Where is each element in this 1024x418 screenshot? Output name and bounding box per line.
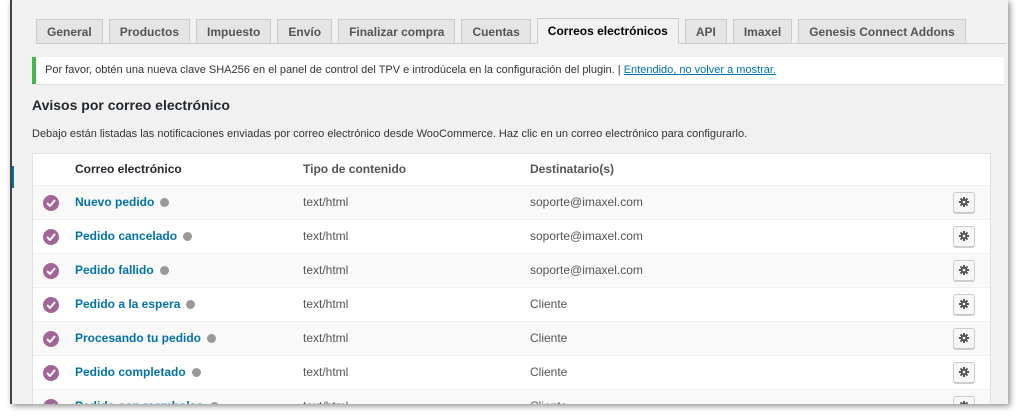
admin-menu-active-indicator	[12, 166, 14, 188]
configure-button[interactable]	[953, 226, 975, 247]
email-name: Pedido a la espera	[75, 288, 196, 321]
email-content-type: text/html	[303, 263, 349, 277]
help-icon[interactable]	[183, 232, 193, 241]
check-circle-icon	[43, 263, 59, 279]
tab-products[interactable]: Productos	[108, 19, 191, 43]
gear-icon	[959, 401, 969, 404]
email-link[interactable]: Pedido cancelado	[75, 229, 177, 243]
tab-checkout[interactable]: Finalizar compra	[338, 19, 456, 43]
table-header-row: Correo electrónico Tipo de contenido Des…	[33, 154, 990, 186]
email-recipient: Cliente	[530, 365, 568, 379]
check-circle-icon	[43, 297, 59, 313]
table-row: Pedido con reembolso text/html Cliente	[33, 390, 990, 404]
email-recipient: soporte@imaxel.com	[530, 263, 643, 277]
table-row: Nuevo pedido text/html soporte@imaxel.com	[33, 186, 990, 220]
email-content-type: text/html	[303, 229, 349, 243]
table-row: Procesando tu pedido text/html Cliente	[33, 322, 990, 356]
email-recipient: soporte@imaxel.com	[530, 229, 643, 243]
check-circle-icon	[43, 229, 59, 245]
configure-button[interactable]	[953, 294, 975, 315]
email-content-type: text/html	[303, 390, 348, 404]
help-icon[interactable]	[160, 198, 170, 207]
email-recipient: Cliente	[530, 297, 568, 311]
email-name: Pedido fallido	[75, 254, 169, 287]
email-recipient: Cliente	[530, 390, 567, 404]
help-icon[interactable]	[209, 402, 219, 404]
help-icon[interactable]	[186, 300, 196, 309]
email-content-type: text/html	[303, 297, 349, 311]
tab-tax[interactable]: Impuesto	[196, 19, 272, 43]
check-circle-icon	[43, 195, 59, 211]
email-link[interactable]: Procesando tu pedido	[75, 331, 201, 345]
email-content-type: text/html	[303, 331, 349, 345]
gear-icon	[959, 299, 969, 309]
section-description: Debajo están listadas las notificaciones…	[32, 128, 748, 140]
check-circle-icon	[43, 399, 59, 404]
notice-text: Por favor, obtén una nueva clave SHA256 …	[45, 64, 621, 76]
table-row: Pedido cancelado text/html soporte@imaxel.…	[33, 220, 990, 254]
email-notifications-table: Correo electrónico Tipo de contenido Des…	[32, 153, 991, 404]
tab-emails[interactable]: Correos electrónicos	[536, 18, 679, 44]
tab-genesis-connect-addons[interactable]: Genesis Connect Addons	[798, 19, 966, 43]
configure-button[interactable]	[953, 192, 975, 213]
table-row: Pedido a la espera text/html Cliente	[33, 288, 990, 322]
help-icon[interactable]	[191, 368, 201, 377]
email-link[interactable]: Pedido a la espera	[75, 297, 180, 311]
gear-icon	[959, 367, 969, 377]
email-link[interactable]: Nuevo pedido	[75, 195, 154, 209]
table-row: Pedido fallido text/html soporte@imaxel.co…	[33, 254, 990, 288]
email-name: Nuevo pedido	[75, 186, 170, 219]
email-content-type: text/html	[303, 195, 349, 209]
email-recipient: soporte@imaxel.com	[530, 195, 643, 209]
header-recipient: Destinatario(s)	[530, 162, 615, 176]
email-link[interactable]: Pedido fallido	[75, 263, 154, 277]
email-name: Pedido completado	[75, 356, 201, 389]
email-name: Pedido cancelado	[75, 220, 193, 253]
email-content-type: text/html	[303, 365, 349, 379]
check-circle-icon	[43, 331, 59, 347]
help-icon[interactable]	[159, 266, 169, 275]
window-frame: General Productos Impuesto Envío Finaliz…	[10, 0, 1008, 404]
email-link[interactable]: Pedido con reembolso	[75, 399, 204, 404]
configure-button[interactable]	[953, 260, 975, 281]
tab-api[interactable]: API	[684, 19, 727, 43]
help-icon[interactable]	[207, 334, 217, 343]
configure-button[interactable]	[953, 362, 975, 383]
gear-icon	[959, 333, 969, 343]
tab-shipping[interactable]: Envío	[277, 19, 333, 43]
gear-icon	[959, 197, 969, 207]
dismiss-notice-link[interactable]: Entendido, no volver a mostrar.	[624, 64, 776, 76]
settings-tabs: General Productos Impuesto Envío Finaliz…	[36, 17, 1006, 44]
header-content-type: Tipo de contenido	[303, 162, 407, 176]
admin-notice: Por favor, obtén una nueva clave SHA256 …	[32, 57, 1004, 84]
email-name: Pedido con reembolso	[75, 390, 219, 404]
page-title: Avisos por correo electrónico	[32, 97, 230, 113]
gear-icon	[959, 265, 969, 275]
check-circle-icon	[43, 365, 59, 381]
configure-button[interactable]	[953, 396, 975, 404]
table-row: Pedido completado text/html Cliente	[33, 356, 990, 390]
email-recipient: Cliente	[530, 331, 568, 345]
table-body: Nuevo pedido text/html soporte@imaxel.com P…	[33, 186, 990, 404]
tab-imaxel[interactable]: Imaxel	[732, 19, 793, 43]
email-link[interactable]: Pedido completado	[75, 365, 186, 379]
configure-button[interactable]	[953, 328, 975, 349]
tab-general[interactable]: General	[36, 19, 103, 43]
header-email: Correo electrónico	[75, 162, 182, 176]
tab-accounts[interactable]: Cuentas	[461, 19, 531, 43]
gear-icon	[959, 231, 969, 241]
email-name: Procesando tu pedido	[75, 322, 217, 355]
